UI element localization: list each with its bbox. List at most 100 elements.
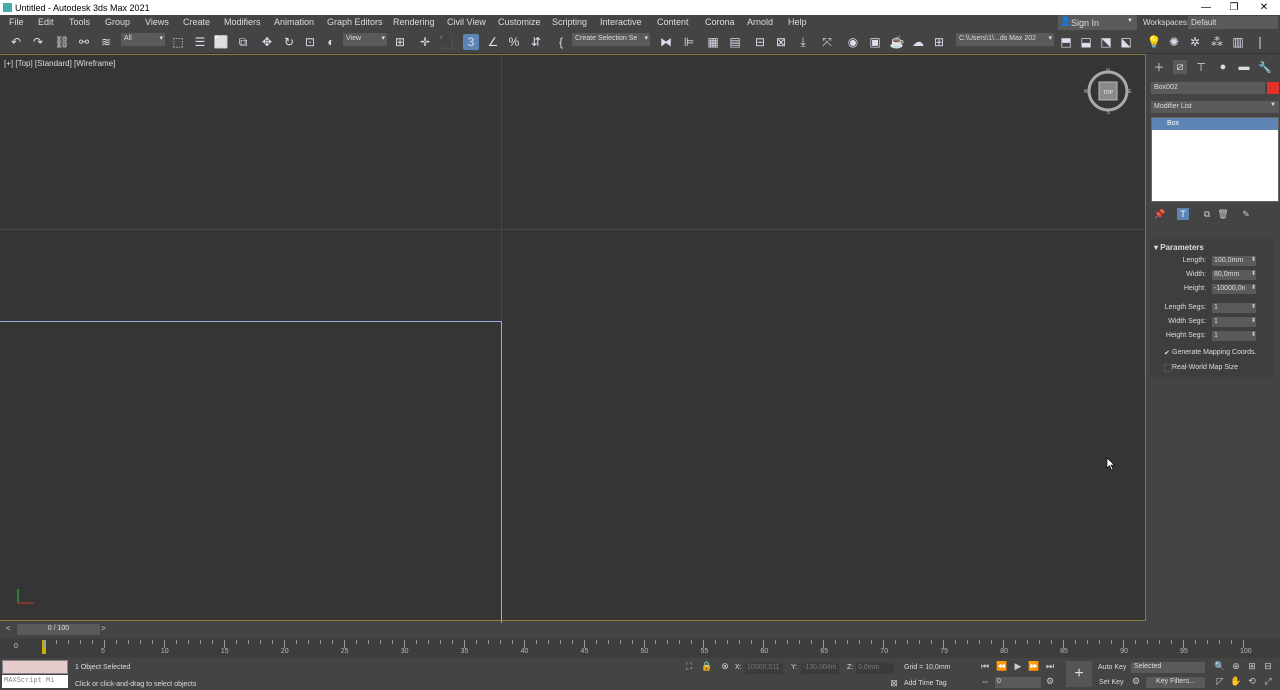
zoom-icon[interactable]: 🔍 [1214, 661, 1226, 673]
ref-coord-dropdown[interactable]: View [343, 33, 387, 46]
menu-content[interactable]: Content [657, 17, 689, 27]
isolate-selection-icon[interactable]: ⛶ [683, 661, 695, 673]
arnold-log-icon[interactable]: ❘ [1252, 34, 1268, 50]
arnold-render-icon[interactable]: ▥ [1230, 34, 1246, 50]
menu-help[interactable]: Help [788, 17, 807, 27]
undo-icon[interactable]: ↶ [8, 34, 24, 50]
time-next-icon[interactable]: > [101, 624, 111, 635]
workspace-dropdown[interactable]: Default [1188, 16, 1278, 29]
play-icon[interactable]: ▶ [1012, 661, 1024, 673]
render-iterative-icon[interactable]: ⊞ [931, 34, 947, 50]
project-folder-icon[interactable]: ⬒ [1058, 34, 1074, 50]
menu-corona[interactable]: Corona [705, 17, 735, 27]
restore-button[interactable]: ❐ [1220, 0, 1248, 15]
time-tag-icon[interactable]: ⊠ [888, 678, 900, 690]
render-setup-icon[interactable]: ▣ [867, 34, 883, 50]
display-tab-icon[interactable]: ▬ [1237, 60, 1251, 74]
set-key-button[interactable]: Set Key [1099, 679, 1124, 686]
selection-lock-icon[interactable]: 🔒 [701, 661, 713, 673]
length-segs-spinner-icon[interactable]: ⬍ [1251, 303, 1256, 310]
height-spinner-icon[interactable]: ⬍ [1251, 284, 1256, 291]
select-manipulate-icon[interactable]: ✛ [417, 34, 433, 50]
align-icon[interactable]: ⊫ [681, 34, 697, 50]
scale-icon[interactable]: ⊡ [302, 34, 318, 50]
menu-file[interactable]: File [9, 17, 24, 27]
percent-snap-icon[interactable]: % [506, 34, 522, 50]
create-tab-icon[interactable]: ＋ [1152, 60, 1166, 74]
menu-rendering[interactable]: Rendering [393, 17, 435, 27]
selected-box-wireframe[interactable] [0, 321, 502, 623]
pin-stack-icon[interactable]: 📌 [1154, 208, 1166, 220]
make-unique-icon[interactable]: ⧉ [1201, 208, 1213, 220]
modifier-list-dropdown[interactable]: Modifier List ▼ [1151, 101, 1279, 113]
selection-filter-dropdown[interactable]: All [121, 33, 165, 46]
menu-graph-editors[interactable]: Graph Editors [327, 17, 383, 27]
add-time-tag[interactable]: Add Time Tag [904, 680, 947, 687]
menu-scripting[interactable]: Scripting [552, 17, 587, 27]
hierarchy-tab-icon[interactable]: ⊤ [1194, 60, 1208, 74]
dope-sheet-icon[interactable]: ⤓ [795, 34, 811, 50]
zoom-all-icon[interactable]: ⊕ [1230, 661, 1242, 673]
particles-icon[interactable]: ✲ [1187, 34, 1203, 50]
next-frame-icon[interactable]: ⏩ [1028, 661, 1040, 673]
menu-views[interactable]: Views [145, 17, 169, 27]
menu-tools[interactable]: Tools [69, 17, 90, 27]
menu-create[interactable]: Create [183, 17, 210, 27]
menu-modifiers[interactable]: Modifiers [224, 17, 261, 27]
object-name-field[interactable]: Box002 [1151, 82, 1265, 94]
viewcube-face[interactable]: TOP [1103, 90, 1114, 96]
track-bar[interactable]: 0 5 10 15 20 25 30 35 40 45 50 55 60 65 70 75 80 85 90 95 1… [0, 638, 1280, 658]
remove-modifier-icon[interactable]: 🗑 [1217, 208, 1229, 220]
spinner-snap-icon[interactable]: ⇵ [528, 34, 544, 50]
utilities-tab-icon[interactable]: 🔧 [1258, 60, 1272, 74]
width-field[interactable]: 80,0mm [1212, 270, 1256, 280]
motion-tab-icon[interactable]: ● [1216, 60, 1230, 74]
auto-key-button[interactable]: Auto Key [1098, 664, 1126, 671]
zoom-extents-all-icon[interactable]: ⊟ [1262, 661, 1274, 673]
bind-space-warp-icon[interactable]: ≋ [98, 34, 114, 50]
length-spinner-icon[interactable]: ⬍ [1251, 256, 1256, 263]
height-segs-spinner-icon[interactable]: ⬍ [1251, 331, 1256, 338]
schematic-view-icon[interactable]: ⤧ [819, 34, 835, 50]
pivot-center-icon[interactable]: ⊞ [392, 34, 408, 50]
menu-animation[interactable]: Animation [274, 17, 314, 27]
width-spinner-icon[interactable]: ⬍ [1251, 270, 1256, 277]
menu-interactive[interactable]: Interactive [600, 17, 642, 27]
maxscript-mini-input[interactable]: MAXScript Mi [2, 675, 68, 688]
layer-explorer-icon[interactable]: ▤ [727, 34, 743, 50]
goto-end-icon[interactable]: ⏭ [1044, 661, 1056, 673]
y-coord-field[interactable]: -130,004m [801, 663, 839, 674]
height-segs-field[interactable]: 1 [1212, 331, 1256, 341]
render-frame-icon[interactable]: ☕ [889, 34, 905, 50]
rotate-icon[interactable]: ↻ [281, 34, 297, 50]
more-icon[interactable]: ▕ [1270, 34, 1280, 50]
light-icon[interactable]: 💡 [1146, 34, 1162, 50]
menu-group[interactable]: Group [105, 17, 130, 27]
real-world-map-checkbox[interactable] [1164, 364, 1172, 372]
material-editor-icon[interactable]: ◉ [845, 34, 861, 50]
menu-edit[interactable]: Edit [38, 17, 54, 27]
render-production-icon[interactable]: ☁ [910, 34, 926, 50]
menu-civil-view[interactable]: Civil View [447, 17, 486, 27]
key-mode-icon[interactable]: ⇔ [979, 676, 991, 688]
prev-frame-icon[interactable]: ⏪ [996, 661, 1008, 673]
sign-in-dropdown[interactable]: 👤 Sign In ▼ [1058, 15, 1137, 30]
set-key-big-button[interactable]: + [1066, 661, 1092, 687]
parameters-heading[interactable]: ▾ Parameters [1154, 243, 1204, 252]
fov-icon[interactable]: ◸ [1214, 676, 1226, 688]
key-filter-icon[interactable]: ⚙ [1130, 676, 1142, 688]
project-settings-icon[interactable]: ⬕ [1118, 34, 1134, 50]
z-coord-field[interactable]: 0,0mm [856, 663, 894, 674]
length-segs-field[interactable]: 1 [1212, 303, 1256, 313]
project-open-icon[interactable]: ⬓ [1078, 34, 1094, 50]
select-by-name-icon[interactable]: ☰ [192, 34, 208, 50]
mirror-icon[interactable]: ⧓ [658, 34, 674, 50]
generate-mapping-checkbox[interactable]: ✔ [1164, 349, 1172, 357]
curve-editor-icon[interactable]: ⊠ [773, 34, 789, 50]
width-segs-field[interactable]: 1 [1212, 317, 1256, 327]
minimize-button[interactable]: — [1192, 0, 1220, 15]
absolute-mode-icon[interactable]: ⊗ [719, 661, 731, 673]
x-coord-field[interactable]: 10000,011 [745, 663, 783, 674]
link-icon[interactable]: ⛓ [54, 34, 70, 50]
width-segs-spinner-icon[interactable]: ⬍ [1251, 317, 1256, 324]
